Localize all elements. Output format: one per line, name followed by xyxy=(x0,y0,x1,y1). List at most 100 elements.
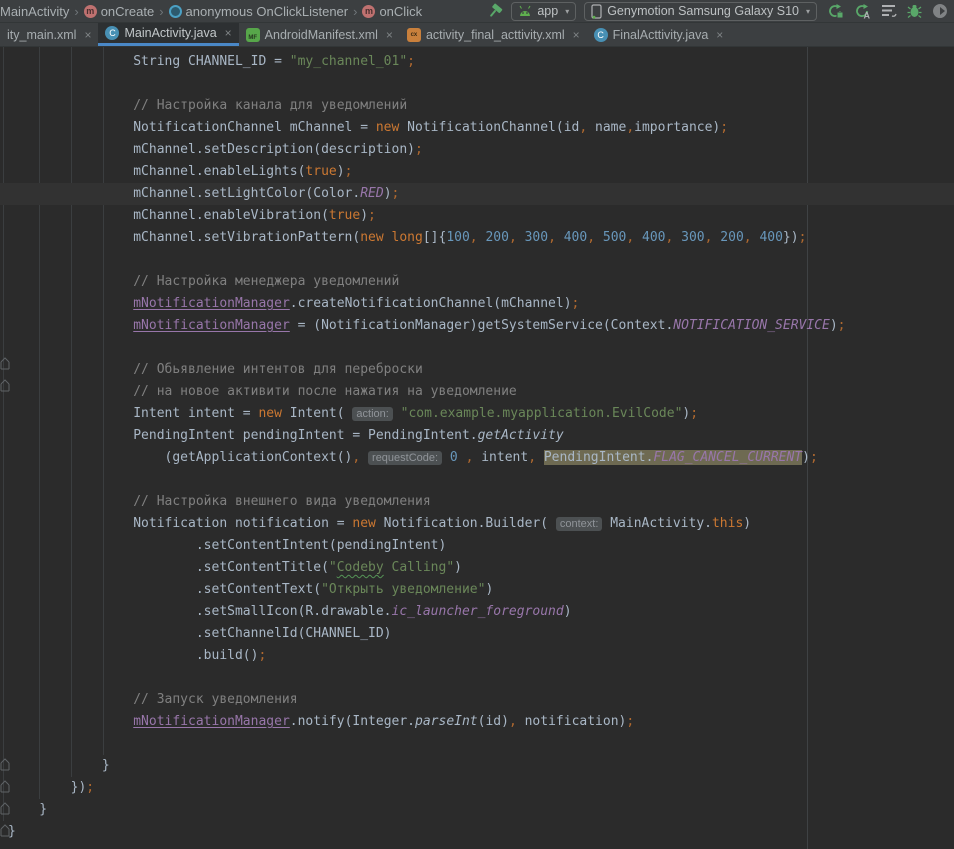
code-token: "my_channel_01" xyxy=(290,54,407,69)
code-token: ; xyxy=(626,714,634,729)
apply-changes-icon[interactable] xyxy=(827,3,844,19)
breadcrumb-item-anonymous-listener[interactable]: anonymous OnClickListener xyxy=(169,4,349,19)
code-token: // Настройка внешнего вида уведомления xyxy=(8,494,431,509)
code-line: (getApplicationContext(), requestCode: 0… xyxy=(0,447,954,469)
code-line: // на новое активити после нажатия на ув… xyxy=(0,381,954,403)
code-line xyxy=(0,667,954,689)
code-editor[interactable]: String CHANNEL_ID = "my_channel_01"; // … xyxy=(0,47,954,849)
code-token: } xyxy=(8,802,47,817)
code-token: long xyxy=(392,230,423,245)
code-token xyxy=(393,406,401,421)
close-icon[interactable]: × xyxy=(225,26,232,40)
close-icon[interactable]: × xyxy=(84,28,91,42)
code-token: ) xyxy=(360,208,368,223)
chevron-right-icon: › xyxy=(74,4,78,19)
code-line: .setContentTitle("Codeby Calling") xyxy=(0,557,954,579)
code-token: .build() xyxy=(8,648,258,663)
code-line xyxy=(0,469,954,491)
breadcrumb-label: anonymous OnClickListener xyxy=(186,4,349,19)
close-icon[interactable]: × xyxy=(573,28,580,42)
code-token: ic_launcher_foreground xyxy=(392,604,564,619)
code-token: 400 xyxy=(759,230,782,245)
android-studio-window: MainActivity › m onCreate › anonymous On… xyxy=(0,0,954,849)
code-token: mNotificationManager xyxy=(133,714,290,729)
parameter-hint-chip: requestCode: xyxy=(368,451,442,465)
code-token: }) xyxy=(8,780,86,795)
code-token: RED xyxy=(360,186,383,201)
code-token: mChannel.setDescription(description) xyxy=(8,142,415,157)
code-token: notification) xyxy=(517,714,627,729)
code-line: mChannel.setDescription(description); xyxy=(0,139,954,161)
tab-finalacttivity-java[interactable]: C FinalActtivity.java × xyxy=(587,23,731,46)
code-token: new xyxy=(376,120,399,135)
code-token: , xyxy=(587,230,595,245)
code-token: , xyxy=(626,120,634,135)
tab-mainactivity-java[interactable]: C MainActivity.java × xyxy=(98,23,238,46)
code-token: (getApplicationContext() xyxy=(8,450,352,465)
code-token: " xyxy=(329,560,337,575)
tab-activity-final-acttivity-xml[interactable]: cx activity_final_acttivity.xml × xyxy=(400,23,587,46)
tab-label: FinalActtivity.java xyxy=(613,28,709,42)
code-token: (id) xyxy=(478,714,509,729)
run-config-label: app xyxy=(537,4,558,18)
code-line: mNotificationManager.notify(Integer.pars… xyxy=(0,711,954,733)
device-dropdown[interactable]: Genymotion Samsung Galaxy S10 ▾ xyxy=(584,2,817,21)
code-token: ; xyxy=(407,54,415,69)
code-token: "com.example.myapplication.EvilCode" xyxy=(401,406,683,421)
code-token: 300 xyxy=(681,230,704,245)
code-token: getActivity xyxy=(478,428,564,443)
breadcrumb-item-onclick[interactable]: m onClick xyxy=(362,4,422,19)
code-token: // на новое активити после нажатия на ув… xyxy=(8,384,517,399)
code-line: mNotificationManager = (NotificationMana… xyxy=(0,315,954,337)
code-token xyxy=(634,230,642,245)
breadcrumb-item-oncreate[interactable]: m onCreate xyxy=(84,4,154,19)
profiler-icon[interactable] xyxy=(881,4,897,18)
profile-app-icon[interactable] xyxy=(932,3,948,19)
code-token: mChannel.enableVibration( xyxy=(8,208,329,223)
fold-marker-icon[interactable] xyxy=(0,779,10,795)
code-line: } xyxy=(0,755,954,777)
code-token: 0 xyxy=(450,450,458,465)
fold-marker-icon[interactable] xyxy=(0,356,10,372)
tab-activity-main-xml[interactable]: ity_main.xml × xyxy=(0,23,98,46)
code-token xyxy=(536,450,544,465)
code-token: new xyxy=(258,406,281,421)
run-config-dropdown[interactable]: app ▾ xyxy=(511,2,576,21)
code-token: mChannel.setVibrationPattern( xyxy=(8,230,360,245)
fold-marker-icon[interactable] xyxy=(0,378,10,394)
code-token xyxy=(517,230,525,245)
breadcrumb-item-class[interactable]: MainActivity xyxy=(0,4,69,19)
code-line: .setContentText("Открыть уведомление") xyxy=(0,579,954,601)
tab-androidmanifest-xml[interactable]: MF AndroidManifest.xml × xyxy=(239,23,400,46)
code-token: ) xyxy=(830,318,838,333)
code-token xyxy=(442,450,450,465)
code-token: MainActivity. xyxy=(602,516,712,531)
code-token xyxy=(673,230,681,245)
debug-icon[interactable] xyxy=(907,3,922,19)
tab-bar: ity_main.xml × C MainActivity.java × MF … xyxy=(0,23,954,47)
code-line: mChannel.setVibrationPattern(new long[]{… xyxy=(0,227,954,249)
close-icon[interactable]: × xyxy=(386,28,393,42)
code-token: // Настройка менеджера уведомлений xyxy=(8,274,399,289)
code-token: 200 xyxy=(485,230,508,245)
code-token: 400 xyxy=(642,230,665,245)
close-icon[interactable]: × xyxy=(716,28,723,42)
code-line: Intent intent = new Intent( action: "com… xyxy=(0,403,954,425)
code-token xyxy=(384,230,392,245)
code-token: mNotificationManager xyxy=(133,296,290,311)
code-token: new xyxy=(360,230,383,245)
apply-code-changes-icon[interactable]: A xyxy=(854,3,871,19)
fold-marker-icon[interactable] xyxy=(0,757,10,773)
code-token: , xyxy=(528,450,536,465)
chevron-right-icon: › xyxy=(353,4,357,19)
code-token: 200 xyxy=(720,230,743,245)
code-line: mChannel.setLightColor(Color.RED); xyxy=(0,183,954,205)
make-project-icon[interactable] xyxy=(487,3,503,19)
anonymous-class-icon xyxy=(169,5,182,18)
fold-marker-icon[interactable] xyxy=(0,801,10,817)
code-line xyxy=(0,733,954,755)
parameter-hint-chip: context: xyxy=(556,517,603,531)
code-token: Notification notification = xyxy=(8,516,352,531)
code-token: , xyxy=(548,230,556,245)
fold-marker-icon[interactable] xyxy=(0,823,10,839)
